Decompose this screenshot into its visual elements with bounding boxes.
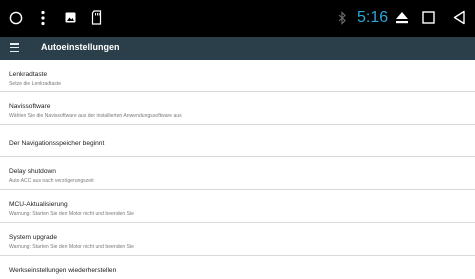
sd-card-icon [91, 10, 102, 25]
settings-item-navigationsspeicher[interactable]: Der Navigationsspeicher beginnt [0, 125, 475, 157]
page-title: Autoeinstellungen [41, 42, 120, 52]
item-subtitle: Auto ACC aus nach verzögerungszeit [9, 178, 94, 184]
settings-item-werkseinstellungen[interactable]: Werkseinstellungen wiederherstellen [0, 256, 475, 279]
item-subtitle: Warnung: Starten Sie den Motor nicht und… [9, 211, 134, 217]
settings-item-navissoftware[interactable]: Navissoftware Wählen Sie die Navissoftwa… [0, 92, 475, 125]
item-title: MCU-Aktualisierung [9, 201, 68, 208]
item-subtitle: Wählen Sie die Navissoftware aus der ins… [9, 113, 182, 119]
status-bar: 5:16 [0, 0, 475, 37]
back-icon[interactable] [453, 10, 465, 25]
square-icon[interactable] [422, 11, 435, 24]
bluetooth-icon [338, 11, 346, 25]
eject-icon[interactable] [395, 11, 409, 24]
item-title: Der Navigationsspeicher beginnt [9, 140, 105, 147]
app-bar: Autoeinstellungen [0, 37, 475, 60]
settings-item-mcu-aktualisierung[interactable]: MCU-Aktualisierung Warnung: Starten Sie … [0, 190, 475, 223]
item-title: Lenkradtaste [9, 71, 48, 78]
clock-time: 5:16 [357, 9, 389, 26]
image-icon [65, 12, 76, 23]
item-title: Werkseinstellungen wiederherstellen [9, 267, 117, 274]
item-title: Navissoftware [9, 103, 51, 110]
menu-icon[interactable] [10, 43, 20, 54]
settings-item-delay-shutdown[interactable]: Delay shutdown Auto ACC aus nach verzöge… [0, 157, 475, 190]
circle-icon[interactable] [9, 11, 23, 25]
item-title: Delay shutdown [9, 168, 56, 175]
more-vert-icon[interactable] [40, 10, 46, 26]
item-title: System upgrade [9, 234, 58, 241]
item-subtitle: Warnung: Starten Sie den Motor nicht und… [9, 244, 134, 250]
settings-item-lenkradtaste[interactable]: Lenkradtaste Setze die Lenkradtaste [0, 60, 475, 92]
item-subtitle: Setze die Lenkradtaste [9, 81, 62, 87]
settings-item-system-upgrade[interactable]: System upgrade Warnung: Starten Sie den … [0, 223, 475, 256]
